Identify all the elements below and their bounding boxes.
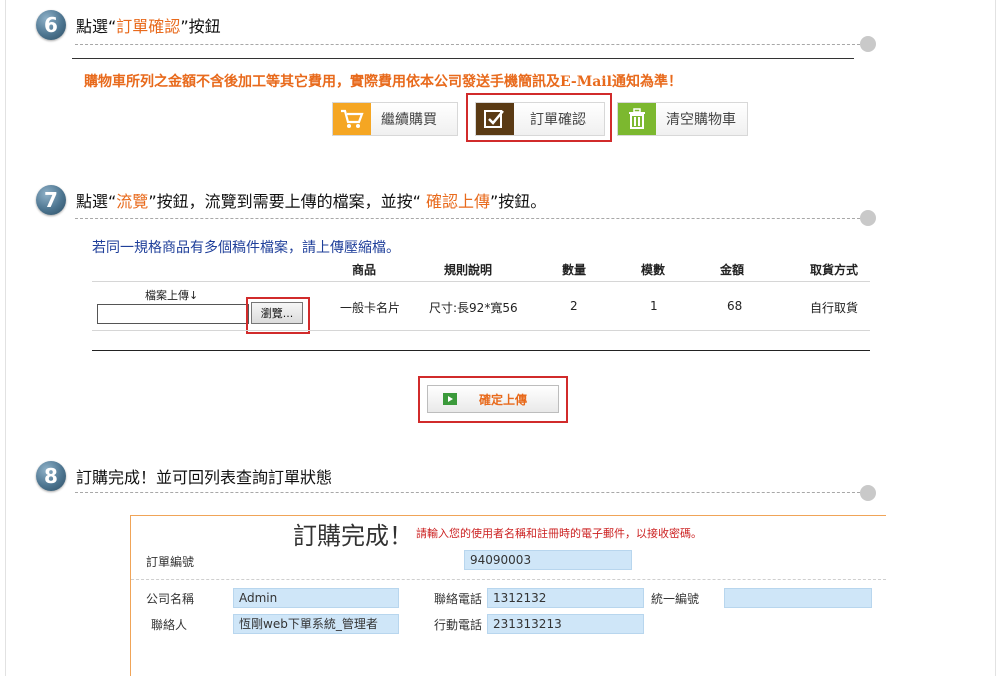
tax-id-field[interactable] — [724, 588, 872, 608]
step-6-header: 6 點選“訂單確認”按鈕 — [36, 10, 221, 40]
step-6-text-post: ”按鈕 — [180, 17, 221, 36]
cart-top-line — [72, 58, 854, 59]
step-8-header: 8 訂購完成！並可回列表查詢訂單狀態 — [36, 461, 332, 491]
order-number-field: 94090003 — [464, 550, 632, 570]
contact-label: 聯絡人 — [151, 618, 188, 632]
order-confirm-highlight — [466, 93, 612, 142]
cart-icon — [333, 103, 371, 135]
col-header-spec: 規則說明 — [444, 263, 493, 277]
mobile-label: 行動電話 — [434, 618, 483, 632]
table-header-line — [92, 281, 870, 282]
cell-product: 一般卡名片 — [340, 301, 401, 315]
order-complete-title: 訂購完成！ — [293, 522, 413, 550]
step-7-text-post: ”按鈕，流覽到需要上傳的檔案，並按“ — [148, 192, 426, 211]
phone-field[interactable]: 1312132 — [487, 588, 644, 608]
order-number-label: 訂單編號 — [146, 555, 195, 569]
contact-field[interactable]: 恆剛web下單系統_管理者 — [233, 614, 399, 634]
step-8-dot — [860, 485, 876, 501]
step-8-badge: 8 — [36, 461, 66, 491]
continue-shopping-label: 繼續購買 — [381, 112, 437, 128]
file-path-input[interactable] — [97, 304, 249, 324]
clear-cart-button[interactable]: 清空購物車 — [617, 102, 748, 136]
step-6-badge: 6 — [36, 10, 66, 40]
col-header-amount: 金額 — [720, 263, 745, 277]
step-6-divider — [75, 44, 865, 45]
company-name-field[interactable]: Admin — [233, 588, 399, 608]
cell-qty: 2 — [570, 299, 578, 313]
col-header-qty: 數量 — [562, 263, 587, 277]
mobile-field[interactable]: 231313213 — [487, 614, 644, 634]
continue-shopping-button[interactable]: 繼續購買 — [332, 102, 458, 136]
clear-cart-label: 清空購物車 — [666, 112, 736, 128]
step-7-text-highlight: 流覽 — [116, 192, 149, 211]
cell-modules: 1 — [650, 299, 658, 313]
cell-pickup: 自行取貨 — [810, 301, 859, 315]
table-bottom-line — [92, 350, 870, 351]
cart-notice: 購物車所列之金額不含後加工等其它費用，實際費用依本公司發送手機簡訊及E-Mail… — [84, 74, 682, 90]
step-6-text-pre: 點選“ — [76, 17, 117, 36]
step-6-dot — [860, 36, 876, 52]
col-header-product: 商品 — [352, 263, 377, 277]
step-7-text-highlight-2: 確認上傳 — [425, 192, 490, 211]
tax-id-label: 統一編號 — [651, 592, 700, 606]
col-header-modules: 模數 — [641, 263, 666, 277]
step-6-text-highlight: 訂單確認 — [116, 17, 181, 36]
phone-label: 聯絡電話 — [434, 592, 483, 606]
step-7-divider — [75, 218, 865, 219]
col-header-pickup: 取貨方式 — [810, 263, 859, 277]
trash-icon — [618, 103, 656, 135]
cell-amount: 68 — [727, 299, 743, 313]
step-8-text: 訂購完成！並可回列表查詢訂單狀態 — [76, 468, 333, 487]
step-7-badge: 7 — [36, 185, 66, 215]
step-6-text: 點選“訂單確認”按鈕 — [76, 13, 221, 37]
step-7-dot — [860, 210, 876, 226]
order-complete-panel: 訂購完成！ 請輸入您的使用者名稱和註冊時的電子郵件，以接收密碼。 訂單編號 94… — [130, 515, 886, 676]
step-7-text-post-2: ”按鈕。 — [490, 192, 547, 211]
table-row-line — [92, 330, 870, 331]
step-8-divider — [75, 492, 865, 493]
file-upload-label: 檔案上傳↓ — [145, 289, 199, 302]
step-7-text-pre: 點選“ — [76, 192, 117, 211]
step-7-text: 點選“流覽”按鈕，流覽到需要上傳的檔案，並按“ 確認上傳”按鈕。 — [76, 188, 546, 212]
cell-spec: 尺寸:長92*寬56 — [429, 301, 518, 315]
confirm-upload-highlight — [418, 376, 568, 423]
browse-highlight — [246, 297, 310, 334]
company-name-label: 公司名稱 — [146, 592, 195, 606]
order-complete-note: 請輸入您的使用者名稱和註冊時的電子郵件，以接收密碼。 — [416, 527, 702, 540]
upload-hint: 若同一規格商品有多個稿件檔案，請上傳壓縮檔。 — [92, 240, 400, 256]
step-7-header: 7 點選“流覽”按鈕，流覽到需要上傳的檔案，並按“ 確認上傳”按鈕。 — [36, 185, 546, 215]
panel-divider — [131, 579, 886, 580]
